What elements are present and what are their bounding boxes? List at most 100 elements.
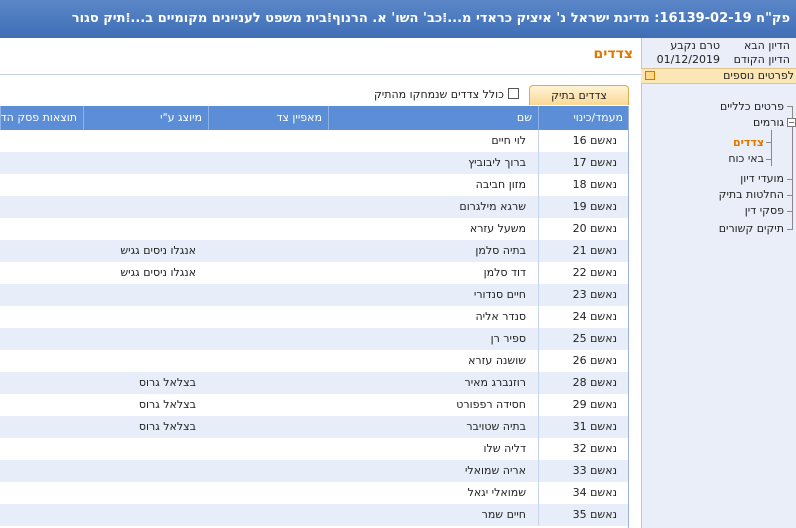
- tree-line: [766, 159, 772, 160]
- prev-hearing-value[interactable]: 01/12/2019: [657, 53, 720, 67]
- cell-represented-by: [83, 196, 208, 218]
- cell-status: נאשם 35: [572, 508, 617, 521]
- table-row[interactable]: נאשם 31 בתיה שטויבר בצלאל גרוס: [0, 416, 628, 438]
- cell-name: דוד סלמן: [483, 266, 526, 279]
- table-header: מעמד/כינוי שם מאפיין צד מיוצג ע"י תוצאות…: [0, 106, 628, 130]
- cell-represented-by: [83, 152, 208, 174]
- table-row[interactable]: נאשם 35 חיים שמר: [0, 504, 628, 526]
- cell-name: שמואלי יגאל: [467, 486, 526, 499]
- tree-item-general[interactable]: פרטים כלליים: [720, 100, 784, 113]
- tree-item-related-cases[interactable]: תיקים קשורים: [719, 222, 784, 235]
- cell-name: ספיר רן: [490, 332, 526, 345]
- cell-status: נאשם 31: [572, 420, 617, 433]
- side-panel: הדיון הבא טרם נקבע הדיון הקודם 01/12/201…: [641, 38, 796, 528]
- table-row[interactable]: נאשם 28 רוזנברג מאיר בצלאל גרוס: [0, 372, 628, 394]
- cell-status: נאשם 29: [572, 398, 617, 411]
- cell-name: רוזנברג מאיר: [464, 376, 526, 389]
- cell-represented-by: אנגלו ניסים גגיש: [120, 244, 196, 257]
- table-row[interactable]: נאשם 33 אריה שמואלי: [0, 460, 628, 482]
- cell-status: נאשם 16: [572, 134, 617, 147]
- cell-status: נאשם 20: [572, 222, 617, 235]
- cell-name: סנדר אליה: [475, 310, 526, 323]
- prev-hearing-label: הדיון הקודם: [733, 53, 790, 66]
- column-header-represented-by[interactable]: מיוצג ע"י: [83, 106, 208, 130]
- table-row[interactable]: נאשם 25 ספיר רן: [0, 328, 628, 350]
- hearing-info: הדיון הבא טרם נקבע הדיון הקודם 01/12/201…: [641, 38, 796, 68]
- table-row[interactable]: נאשם 29 חסידה רפפורט בצלאל גרוס: [0, 394, 628, 416]
- next-hearing-value: טרם נקבע: [670, 39, 720, 52]
- main-content: צדדים צדדים בתיק כולל צדדים שנמחקו מהתיק…: [0, 38, 641, 528]
- table-row[interactable]: נאשם 20 משעל עזרא: [0, 218, 628, 240]
- table-row[interactable]: נאשם 16 לוי חיים: [0, 130, 628, 152]
- cell-represented-by: [83, 460, 208, 482]
- cell-name: בתיה סלמן: [475, 244, 526, 257]
- column-header-status[interactable]: מעמד/כינוי: [538, 106, 628, 130]
- cell-represented-by: בצלאל גרוס: [138, 420, 196, 433]
- cell-represented-by: [83, 218, 208, 240]
- cell-status: נאשם 24: [572, 310, 617, 323]
- tree-line: [787, 229, 793, 230]
- cell-name: לוי חיים: [491, 134, 526, 147]
- table-row[interactable]: נאשם 32 דליה שלו: [0, 438, 628, 460]
- cell-name: מזון חביבה: [475, 178, 526, 191]
- cell-name: דליה שלו: [483, 442, 526, 455]
- cell-name: חיים שמר: [481, 508, 526, 521]
- column-header-results[interactable]: תוצאות פסק הדין: [0, 106, 83, 130]
- cell-status: נאשם 26: [572, 354, 617, 367]
- next-hearing-label: הדיון הבא: [743, 39, 790, 52]
- table-row[interactable]: נאשם 21 בתיה סלמן אנגלו ניסים גגיש: [0, 240, 628, 262]
- cell-represented-by: בצלאל גרוס: [138, 398, 196, 411]
- include-closed-checkbox[interactable]: [507, 88, 519, 99]
- tree-item-parties-group[interactable]: גורמים: [753, 116, 784, 129]
- cell-name: שושנה עזרא: [468, 354, 526, 367]
- cell-status: נאשם 17: [572, 156, 617, 169]
- cell-represented-by: [83, 482, 208, 504]
- case-title-bar: פק"ח 16139-02-19: מדינת ישראל נ' איציק כ…: [0, 0, 796, 38]
- column-header-party-type[interactable]: מאפיין צד: [208, 106, 328, 130]
- table-row[interactable]: נאשם 24 סנדר אליה: [0, 306, 628, 328]
- table-row[interactable]: נאשם 34 שמואלי יגאל: [0, 482, 628, 504]
- cell-name: חסידה רפפורט: [456, 398, 526, 411]
- tab-parties-in-case[interactable]: צדדים בתיק: [529, 85, 629, 105]
- cell-status: נאשם 34: [572, 486, 617, 499]
- cell-represented-by: [83, 350, 208, 372]
- envelope-icon[interactable]: [645, 71, 655, 80]
- column-header-name[interactable]: שם: [328, 106, 538, 130]
- cell-status: נאשם 32: [572, 442, 617, 455]
- cell-name: בתיה שטויבר: [466, 420, 526, 433]
- page-title: צדדים: [593, 46, 633, 62]
- cell-name: חיים סנדורי: [473, 288, 526, 301]
- cell-status: נאשם 22: [572, 266, 617, 279]
- cell-name: משעל עזרא: [469, 222, 526, 235]
- cell-status: נאשם 33: [572, 464, 617, 477]
- tree-line: [787, 195, 793, 196]
- more-details-strip[interactable]: לפרטים נוספים: [641, 68, 796, 84]
- tree-line: [787, 211, 793, 212]
- table-row[interactable]: נאשם 18 מזון חביבה: [0, 174, 628, 196]
- cell-status: נאשם 21: [572, 244, 617, 257]
- cell-status: נאשם 25: [572, 332, 617, 345]
- tree-item-decisions[interactable]: החלטות בתיק: [719, 188, 784, 201]
- case-title: פק"ח 16139-02-19: מדינת ישראל נ' איציק כ…: [71, 11, 790, 26]
- cell-represented-by: [83, 130, 208, 152]
- tree-item-hearings[interactable]: מועדי דיון: [740, 172, 784, 185]
- cell-represented-by: בצלאל גרוס: [138, 376, 196, 389]
- cell-represented-by: [83, 306, 208, 328]
- table-row[interactable]: נאשם 26 שושנה עזרא: [0, 350, 628, 372]
- tree-item-parties[interactable]: צדדים: [733, 136, 764, 149]
- table-row[interactable]: נאשם 23 חיים סנדורי: [0, 284, 628, 306]
- include-closed-option[interactable]: כולל צדדים שנמחקו מהתיק: [374, 88, 519, 101]
- table-row[interactable]: נאשם 22 דוד סלמן אנגלו ניסים גגיש: [0, 262, 628, 284]
- cell-represented-by: אנגלו ניסים גגיש: [120, 266, 196, 279]
- divider: [0, 74, 641, 75]
- table-row[interactable]: נאשם 19 שרגא מילגרום: [0, 196, 628, 218]
- tree-item-verdicts[interactable]: פסקי דין: [745, 204, 784, 217]
- table-row[interactable]: נאשם 17 ברוך ליבוביץ: [0, 152, 628, 174]
- parties-table: מעמד/כינוי שם מאפיין צד מיוצג ע"י תוצאות…: [0, 106, 629, 528]
- tree-item-attorneys[interactable]: באי כוח: [728, 152, 764, 165]
- cell-status: נאשם 23: [572, 288, 617, 301]
- expand-icon[interactable]: −: [787, 118, 796, 127]
- more-details-link[interactable]: לפרטים נוספים: [723, 69, 794, 82]
- cell-status: נאשם 28: [572, 376, 617, 389]
- cell-name: שרגא מילגרום: [459, 200, 526, 213]
